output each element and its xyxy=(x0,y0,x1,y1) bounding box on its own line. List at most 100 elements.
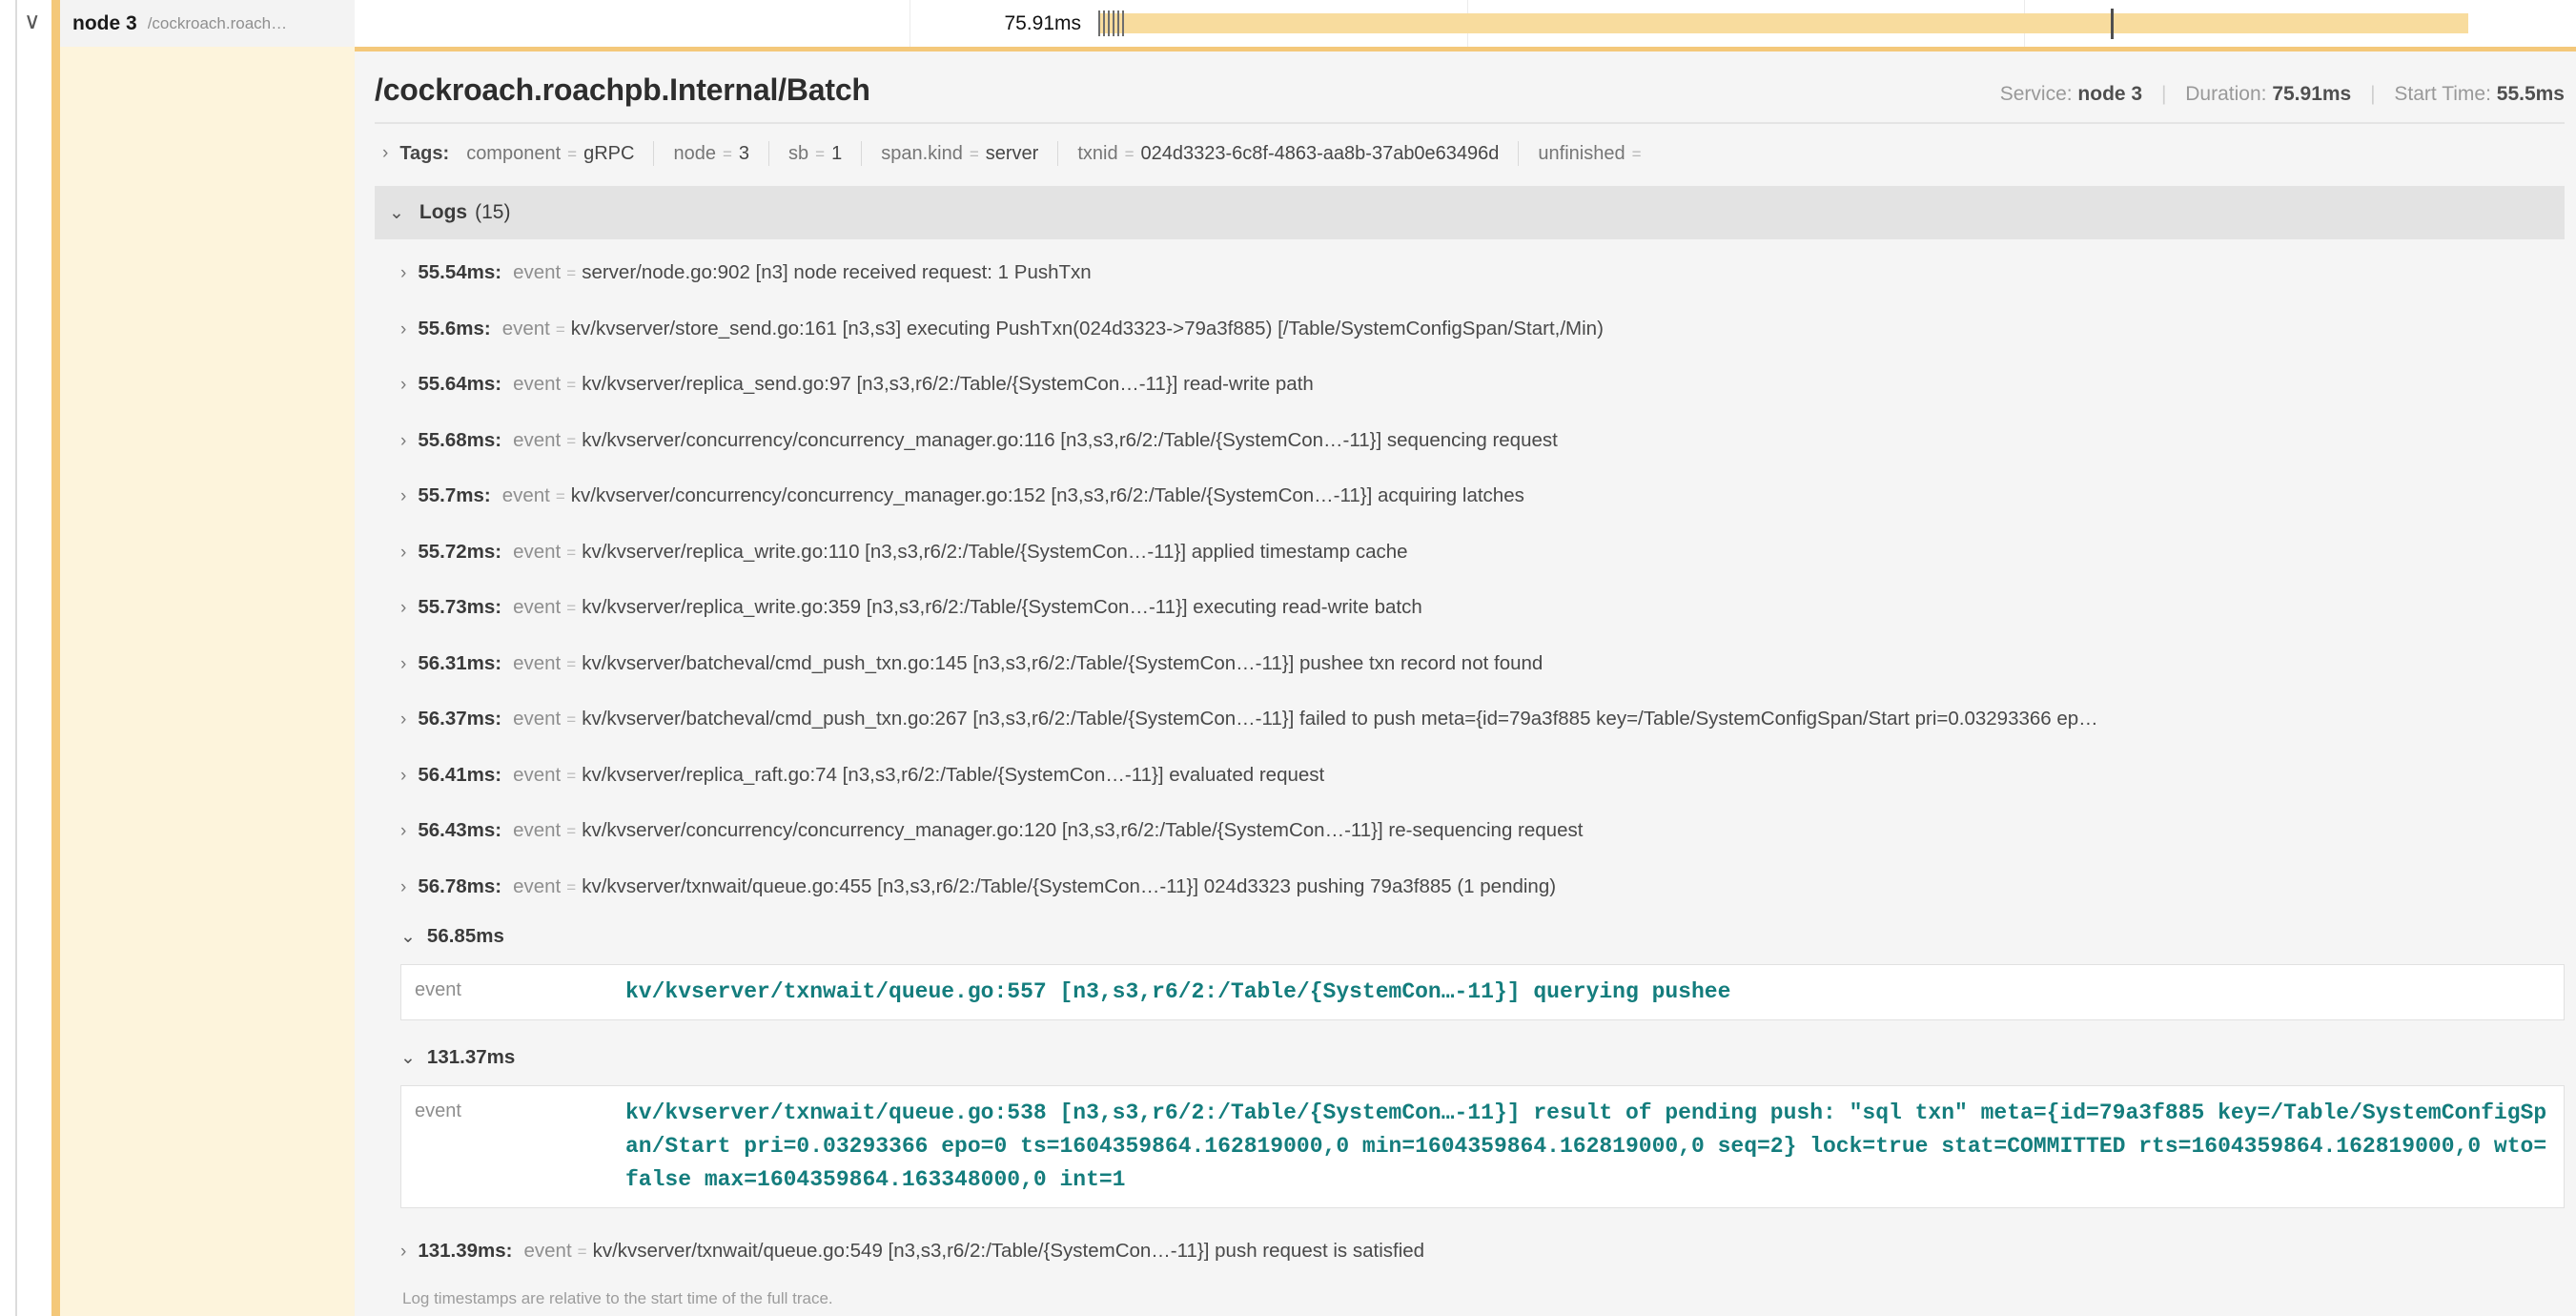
chevron-right-icon: › xyxy=(400,431,406,451)
tag-key: component xyxy=(466,143,561,165)
log-row[interactable]: › 55.68ms: event = kv/kvserver/concurrency/c… xyxy=(375,413,2565,469)
log-timestamp: 55.68ms: xyxy=(418,429,501,451)
chevron-down-icon: ⌄ xyxy=(400,927,416,947)
chevron-right-icon: › xyxy=(400,263,406,283)
start-time-label: Start Time: xyxy=(2394,83,2491,105)
tag-separator xyxy=(861,141,862,166)
tag-item: span.kind=server xyxy=(881,143,1038,165)
log-tick-marker xyxy=(1113,10,1114,36)
equals-sign: = xyxy=(566,655,576,673)
log-row[interactable]: ›55.54ms:event=server/node.go:902 [n3] n… xyxy=(375,245,2565,301)
log-timestamp: 56.78ms: xyxy=(418,875,501,897)
log-row[interactable]: ›56.43ms:event=kv/kvserver/concurrency/c… xyxy=(375,803,2565,859)
equals-sign: = xyxy=(566,376,576,394)
logs-count: (15) xyxy=(475,201,510,224)
log-timestamp: 56.41ms: xyxy=(418,764,501,786)
chevron-right-icon: › xyxy=(400,486,406,506)
log-field-key: event xyxy=(513,652,561,674)
equals-sign: = xyxy=(566,544,576,562)
log-field-value: kv/kvserver/replica_send.go:97 [n3,s3,r6… xyxy=(582,373,1314,395)
chevron-right-icon: › xyxy=(400,709,406,730)
log-row[interactable]: ›55.72ms:event=kv/kvserver/replica_write… xyxy=(375,524,2565,581)
log-event-detail-box: eventkv/kvserver/txnwait/queue.go:557 [n… xyxy=(400,964,2565,1020)
log-row[interactable]: ›56.78ms:event=kv/kvserver/txnwait/queue… xyxy=(375,859,2565,915)
log-timestamp: 55.64ms: xyxy=(418,373,501,395)
chevron-down-icon: ⌄ xyxy=(389,202,404,224)
chevron-right-icon: › xyxy=(400,877,406,897)
service-label: Service: xyxy=(2000,83,2073,105)
detail-header: /cockroach.roachpb.Internal/Batch Servic… xyxy=(375,72,2565,108)
log-row[interactable]: ›55.7ms:event=kv/kvserver/concurrency/co… xyxy=(375,468,2565,524)
log-row[interactable]: ›55.64ms:event=kv/kvserver/replica_send.… xyxy=(375,357,2565,413)
tag-key: node xyxy=(673,143,716,165)
log-field-value: kv/kvserver/concurrency/concurrency_mana… xyxy=(582,429,1558,451)
duration-value: 75.91ms xyxy=(2272,83,2351,105)
span-duration-bar[interactable] xyxy=(1098,13,2468,33)
selected-span-row-highlight xyxy=(60,47,355,1316)
log-timestamp: 131.37ms xyxy=(427,1046,515,1068)
log-tick-marker xyxy=(1117,10,1119,36)
span-name-cell[interactable]: node 3 /cockroach.roach… xyxy=(60,0,355,47)
log-timestamp: 56.85ms xyxy=(427,925,504,947)
title-divider xyxy=(375,122,2565,124)
equals-sign: = xyxy=(566,264,576,282)
log-row[interactable]: ›56.41ms:event=kv/kvserver/replica_raft.… xyxy=(375,748,2565,804)
log-field-key: event xyxy=(513,261,561,283)
log-field-value: kv/kvserver/txnwait/queue.go:549 [n3,s3,… xyxy=(593,1240,1424,1262)
tag-item: txnid=024d3323-6c8f-4863-aa8b-37ab0e6349… xyxy=(1077,143,1499,165)
equals-sign: = xyxy=(566,710,576,729)
equals-sign: = xyxy=(556,320,565,339)
log-row-expanded-header[interactable]: ⌄131.37ms xyxy=(375,1036,2565,1080)
equals-sign: = xyxy=(566,432,576,450)
tag-key: span.kind xyxy=(881,143,963,165)
log-field-value: kv/kvserver/concurrency/concurrency_mana… xyxy=(582,819,1583,841)
log-timestamp: 56.43ms: xyxy=(418,819,501,841)
service-value: node 3 xyxy=(2077,83,2142,105)
log-row[interactable]: ›56.37ms:event=kv/kvserver/batcheval/cmd… xyxy=(375,691,2565,748)
log-tick-marker xyxy=(1103,10,1105,36)
logs-footer-note: Log timestamps are relative to the start… xyxy=(375,1289,2565,1308)
log-field-key: event xyxy=(513,541,561,563)
chevron-right-icon: › xyxy=(400,766,406,786)
operation-title: /cockroach.roachpb.Internal/Batch xyxy=(375,72,870,108)
logs-expander-header[interactable]: ⌄ Logs (15) xyxy=(375,186,2565,239)
chevron-right-icon: › xyxy=(400,654,406,674)
log-timestamp: 56.31ms: xyxy=(418,652,501,674)
meta-divider: | xyxy=(2161,83,2166,105)
chevron-right-icon: › xyxy=(400,821,406,841)
log-timestamp: 56.37ms: xyxy=(418,708,501,730)
log-field-key: event xyxy=(513,819,561,841)
log-field-value: server/node.go:902 [n3] node received re… xyxy=(582,261,1091,283)
span-operation-name: /cockroach.roach… xyxy=(148,14,287,33)
log-field-value: kv/kvserver/replica_write.go:359 [n3,s3,… xyxy=(582,596,1422,618)
event-field-key: event xyxy=(415,1097,625,1197)
tag-separator xyxy=(1518,141,1519,166)
chevron-right-icon: › xyxy=(382,143,388,164)
log-tick-marker xyxy=(1108,10,1110,36)
log-field-value: kv/kvserver/replica_raft.go:74 [n3,s3,r6… xyxy=(582,764,1324,786)
timeline-strip: 75.91ms xyxy=(355,0,2576,47)
log-tick-marker xyxy=(1098,10,1100,36)
duration-label: Duration: xyxy=(2185,83,2266,105)
log-row-expanded-header[interactable]: ⌄ 56.85ms xyxy=(375,915,2565,958)
tag-value: 1 xyxy=(831,143,842,165)
equals-sign: = xyxy=(1632,145,1642,164)
log-field-key: event xyxy=(502,318,550,339)
log-field-key: event xyxy=(513,429,561,451)
event-field-value: kv/kvserver/txnwait/queue.go:538 [n3,s3,… xyxy=(625,1097,2550,1197)
equals-sign: = xyxy=(578,1243,587,1261)
log-row[interactable]: ›55.73ms:event=kv/kvserver/replica_write… xyxy=(375,580,2565,636)
equals-sign: = xyxy=(556,487,565,505)
chevron-right-icon: › xyxy=(400,319,406,339)
log-timestamp: 55.72ms: xyxy=(418,541,501,563)
log-row[interactable]: ›131.39ms:event=kv/kvserver/txnwait/queu… xyxy=(375,1223,2565,1280)
log-field-key: event xyxy=(524,1240,572,1262)
collapse-all-chevron-icon[interactable]: ∨ xyxy=(24,8,41,35)
tags-expander-row[interactable]: › Tags: component=gRPCnode=3sb=1span.kin… xyxy=(375,134,2565,173)
tag-value: 3 xyxy=(739,143,749,165)
log-row[interactable]: ›55.6ms:event=kv/kvserver/store_send.go:… xyxy=(375,301,2565,358)
equals-sign: = xyxy=(566,599,576,617)
equals-sign: = xyxy=(970,145,979,164)
log-row[interactable]: ›56.31ms:event=kv/kvserver/batcheval/cmd… xyxy=(375,636,2565,692)
log-field-value: kv/kvserver/batcheval/cmd_push_txn.go:26… xyxy=(582,708,2097,730)
